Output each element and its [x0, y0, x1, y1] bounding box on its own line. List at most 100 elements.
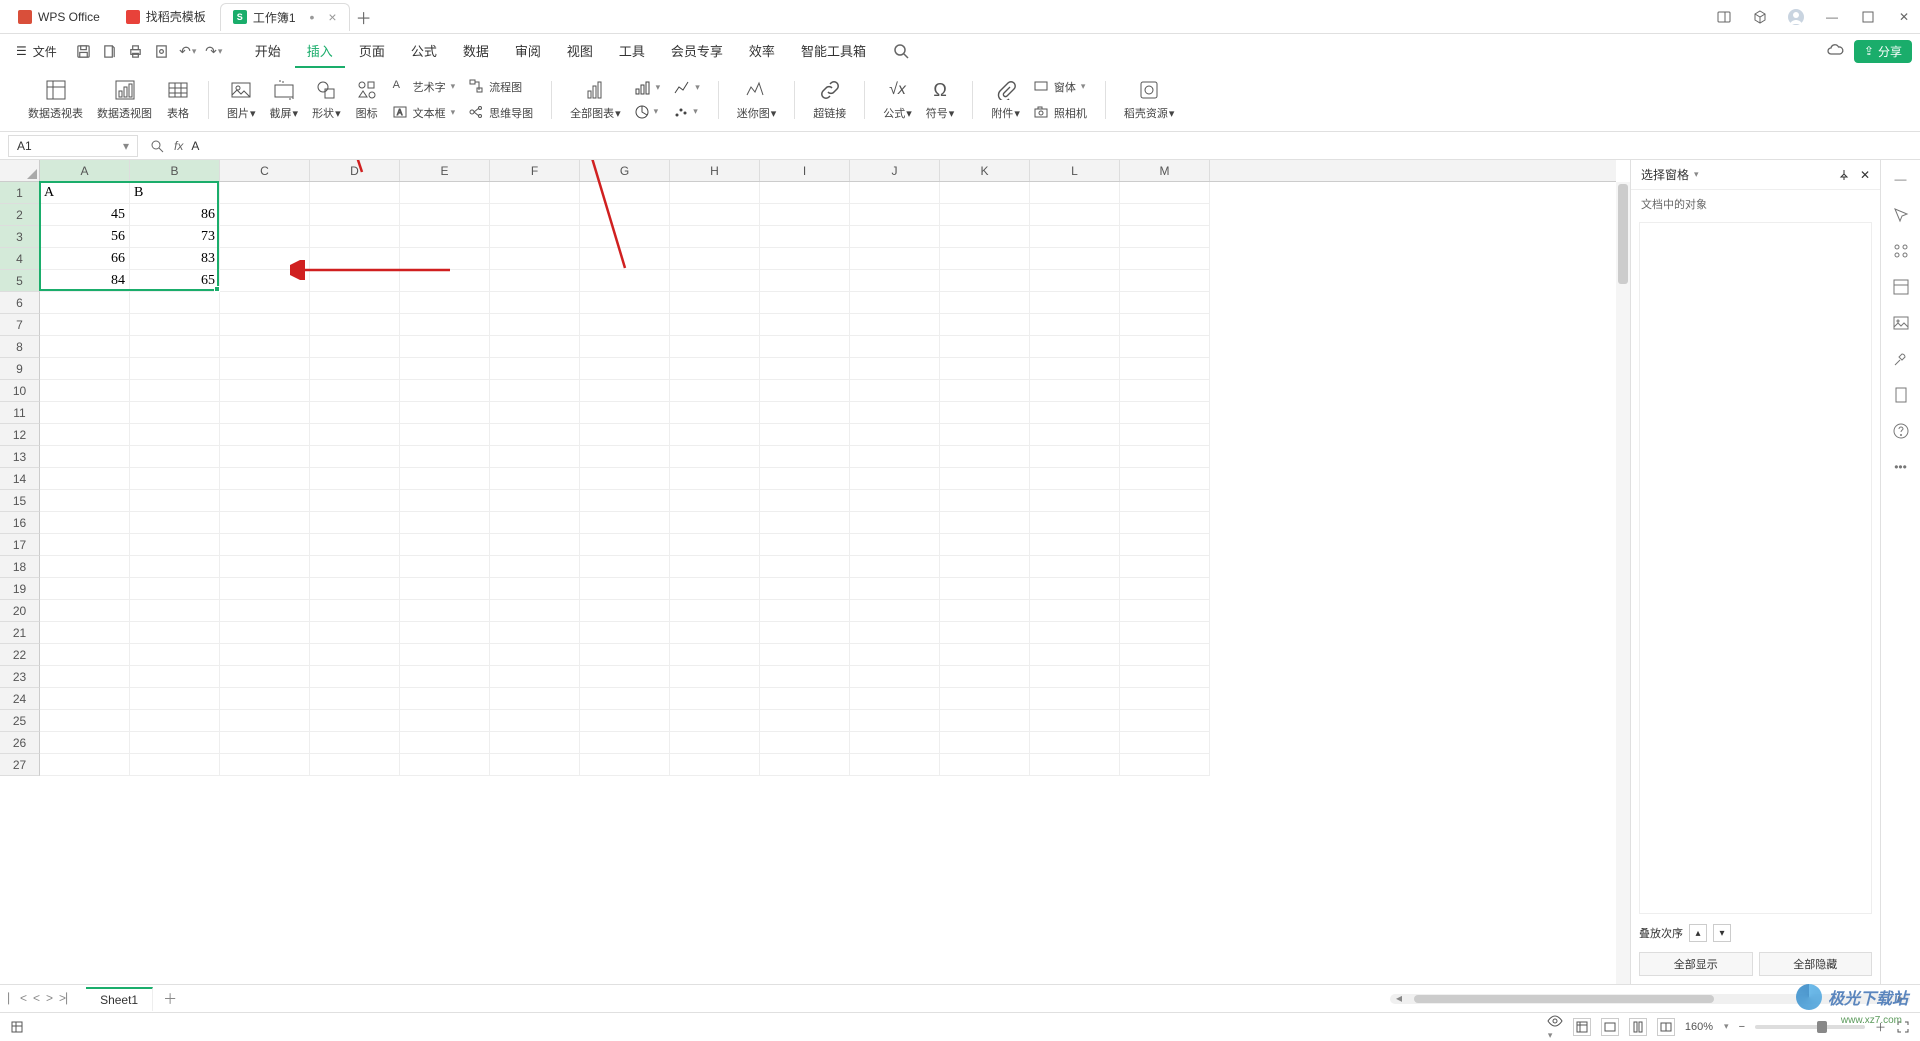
window-control-button[interactable]: 窗体▾	[1032, 77, 1089, 97]
cell[interactable]	[580, 204, 670, 226]
cell[interactable]	[580, 402, 670, 424]
cell[interactable]: 66	[40, 248, 130, 270]
cell[interactable]	[130, 380, 220, 402]
cell[interactable]: 84	[40, 270, 130, 292]
cell[interactable]	[220, 732, 310, 754]
status-mode-icon[interactable]	[10, 1020, 24, 1034]
cell[interactable]	[670, 556, 760, 578]
cell[interactable]	[580, 182, 670, 204]
cell[interactable]	[400, 732, 490, 754]
cell[interactable]	[850, 336, 940, 358]
cell[interactable]	[580, 226, 670, 248]
cell[interactable]	[400, 248, 490, 270]
cell[interactable]	[490, 578, 580, 600]
hyperlink-button[interactable]: 超链接	[811, 76, 848, 123]
cell[interactable]	[220, 600, 310, 622]
cell[interactable]	[580, 710, 670, 732]
menu-tab-公式[interactable]: 公式	[399, 35, 449, 68]
row-header[interactable]: 4	[0, 248, 40, 270]
row-header[interactable]: 14	[0, 468, 40, 490]
cell[interactable]	[580, 358, 670, 380]
row-header[interactable]: 19	[0, 578, 40, 600]
cell[interactable]	[1030, 226, 1120, 248]
cell[interactable]	[40, 314, 130, 336]
cell[interactable]	[1030, 512, 1120, 534]
chevron-down-icon[interactable]: ▾	[1694, 169, 1699, 180]
row-header[interactable]: 21	[0, 622, 40, 644]
cell[interactable]	[850, 600, 940, 622]
cell[interactable]	[130, 600, 220, 622]
cell[interactable]	[1120, 446, 1210, 468]
cell[interactable]	[760, 292, 850, 314]
cell[interactable]	[130, 358, 220, 380]
flowchart-button[interactable]: 流程图	[467, 77, 535, 97]
cell[interactable]	[1030, 710, 1120, 732]
cell[interactable]	[40, 644, 130, 666]
cell[interactable]	[1030, 248, 1120, 270]
show-all-button[interactable]: 全部显示	[1639, 952, 1753, 976]
cell[interactable]	[1030, 578, 1120, 600]
shapes-button[interactable]: 形状▾	[310, 76, 343, 123]
cell[interactable]	[850, 358, 940, 380]
window-maximize[interactable]	[1858, 7, 1878, 27]
cell[interactable]	[760, 336, 850, 358]
cell[interactable]	[940, 270, 1030, 292]
cell[interactable]	[1120, 754, 1210, 776]
row-header[interactable]: 11	[0, 402, 40, 424]
cell[interactable]	[760, 248, 850, 270]
cell[interactable]	[940, 336, 1030, 358]
cell[interactable]	[850, 402, 940, 424]
cell[interactable]	[310, 358, 400, 380]
cell[interactable]	[760, 688, 850, 710]
cell[interactable]	[1120, 688, 1210, 710]
cell[interactable]	[310, 402, 400, 424]
cell[interactable]	[490, 512, 580, 534]
cell[interactable]	[1120, 490, 1210, 512]
cell[interactable]	[760, 468, 850, 490]
row-header[interactable]: 15	[0, 490, 40, 512]
cell[interactable]	[220, 226, 310, 248]
cell[interactable]	[670, 578, 760, 600]
cell[interactable]	[400, 446, 490, 468]
mindmap-button[interactable]: 思维导图	[467, 103, 535, 123]
cell[interactable]	[220, 754, 310, 776]
cell[interactable]	[670, 732, 760, 754]
sheet-add-button[interactable]: ＋	[153, 989, 187, 1009]
cell[interactable]	[40, 490, 130, 512]
cell[interactable]	[1120, 732, 1210, 754]
cell[interactable]	[850, 204, 940, 226]
cell[interactable]	[490, 468, 580, 490]
cell[interactable]	[310, 754, 400, 776]
share-button[interactable]: ⇪ 分享	[1854, 40, 1912, 63]
cell[interactable]	[130, 490, 220, 512]
cell[interactable]	[1030, 666, 1120, 688]
row-header[interactable]: 16	[0, 512, 40, 534]
cell[interactable]	[580, 490, 670, 512]
cell[interactable]	[580, 666, 670, 688]
cell[interactable]	[850, 226, 940, 248]
name-box[interactable]: A1 ▾	[8, 135, 138, 157]
cell[interactable]	[670, 644, 760, 666]
resource-button[interactable]: 稻壳资源▾	[1122, 76, 1177, 123]
pivot-chart-button[interactable]: 数据透视图	[95, 76, 154, 123]
cell[interactable]	[670, 336, 760, 358]
help-icon[interactable]	[1890, 420, 1912, 442]
cell[interactable]	[1030, 182, 1120, 204]
cell[interactable]	[670, 468, 760, 490]
cell[interactable]	[490, 710, 580, 732]
cell[interactable]	[670, 754, 760, 776]
cell[interactable]	[940, 402, 1030, 424]
cell[interactable]	[670, 446, 760, 468]
cell[interactable]	[130, 534, 220, 556]
cell[interactable]: 86	[130, 204, 220, 226]
close-icon[interactable]: ✕	[1860, 168, 1870, 182]
cell[interactable]	[580, 468, 670, 490]
cell[interactable]	[40, 710, 130, 732]
cell[interactable]	[1030, 424, 1120, 446]
column-header[interactable]: E	[400, 160, 490, 181]
cell[interactable]	[490, 754, 580, 776]
cell[interactable]	[130, 644, 220, 666]
cell[interactable]	[400, 644, 490, 666]
cell[interactable]	[220, 424, 310, 446]
cell[interactable]	[130, 446, 220, 468]
